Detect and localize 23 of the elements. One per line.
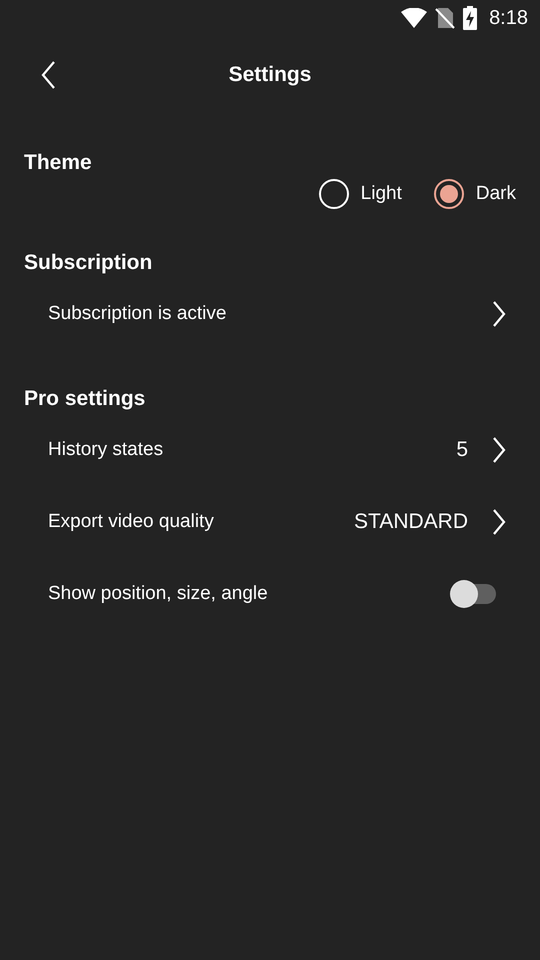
section-title: Pro settings — [24, 386, 146, 412]
settings-row[interactable]: Export video quality STANDARD — [0, 486, 540, 558]
chevron-right-icon — [492, 436, 506, 464]
row-label: Show position, size, angle — [48, 582, 269, 606]
row-value: STANDARD — [354, 509, 468, 536]
battery-charging-icon — [463, 6, 478, 30]
radio-option[interactable]: Light — [318, 179, 402, 209]
chevron-right-icon — [492, 300, 506, 328]
section-title: Theme — [24, 150, 92, 176]
row-value: 5 — [456, 437, 468, 464]
status-time: 8:18 — [489, 6, 528, 31]
radio-option[interactable]: Dark — [434, 179, 516, 209]
row-label: Subscription is active — [48, 302, 228, 326]
settings-row[interactable]: History states 5 — [0, 414, 540, 486]
section-title: Subscription — [24, 250, 152, 276]
back-icon — [40, 60, 56, 90]
settings-row[interactable]: Subscription is active — [0, 278, 540, 350]
chevron-right-icon — [492, 508, 506, 536]
page-title: Settings — [228, 62, 312, 88]
row-label: Export video quality — [48, 510, 215, 534]
row-label: History states — [48, 438, 164, 462]
no-sim-icon — [435, 7, 456, 29]
wifi-icon — [401, 8, 428, 28]
